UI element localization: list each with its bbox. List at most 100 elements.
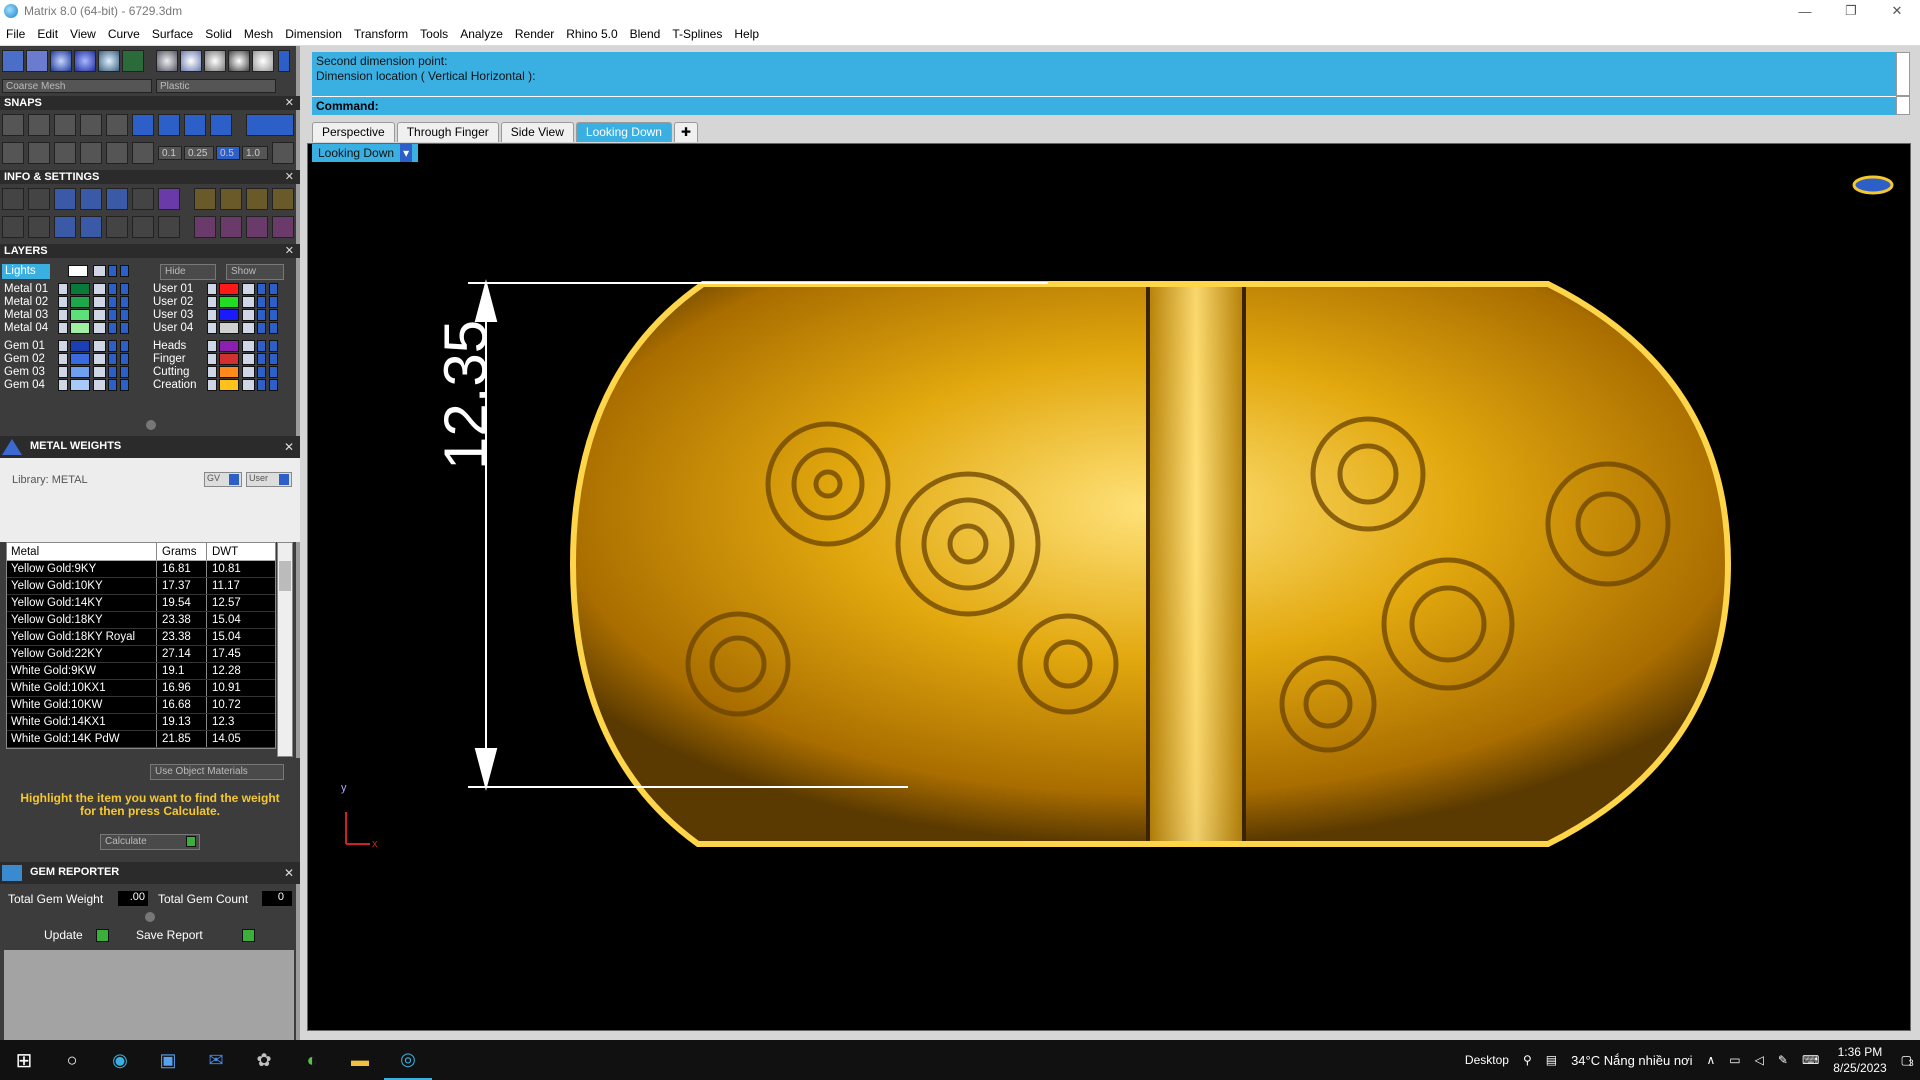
scroll-thumb[interactable] bbox=[279, 561, 291, 591]
metal-weights-scrollbar[interactable] bbox=[277, 542, 293, 757]
menu-help[interactable]: Help bbox=[728, 27, 765, 41]
layer-lock-icon[interactable] bbox=[93, 340, 106, 352]
viewport[interactable]: 12.35 y x bbox=[307, 143, 1911, 1031]
table-row[interactable]: White Gold:10KX1 16.96 10.91 bbox=[7, 680, 275, 697]
layer-visible-icon[interactable] bbox=[108, 283, 117, 295]
mail-icon[interactable]: ✉ bbox=[192, 1040, 240, 1080]
layer-arrow-icon[interactable] bbox=[207, 379, 217, 391]
info-cube-icon[interactable] bbox=[80, 188, 102, 210]
ring-model[interactable] bbox=[569, 281, 1732, 847]
layer-visible-icon[interactable] bbox=[108, 379, 117, 391]
layer-arrow-icon[interactable] bbox=[58, 353, 68, 365]
layer-lock-icon[interactable] bbox=[242, 283, 255, 295]
snap-ortho-icon[interactable] bbox=[132, 142, 154, 164]
layer-visible-icon[interactable] bbox=[108, 340, 117, 352]
layer-color-swatch[interactable] bbox=[70, 353, 90, 365]
snap-grid3-icon[interactable] bbox=[272, 142, 294, 164]
layer-visible-icon[interactable] bbox=[108, 322, 117, 334]
layer-color-swatch[interactable] bbox=[70, 283, 90, 295]
lights-lock-icon[interactable] bbox=[93, 265, 106, 277]
table-row[interactable]: Yellow Gold:10KY 17.37 11.17 bbox=[7, 578, 275, 595]
info-pencil-icon[interactable] bbox=[132, 188, 154, 210]
layer-arrow-icon[interactable] bbox=[58, 322, 68, 334]
layer-edit-icon[interactable] bbox=[120, 340, 129, 352]
layer-visible-icon[interactable] bbox=[108, 309, 117, 321]
tab-side-view[interactable]: Side View bbox=[500, 122, 574, 142]
update-go-icon[interactable] bbox=[96, 929, 109, 942]
layer-color-swatch[interactable] bbox=[219, 322, 239, 334]
snap-point-icon[interactable] bbox=[80, 114, 102, 136]
snap-toggle-icon[interactable] bbox=[246, 114, 294, 136]
menu-file[interactable]: File bbox=[0, 27, 31, 41]
info-tool6-icon[interactable] bbox=[220, 216, 242, 238]
layer-arrow-icon[interactable] bbox=[207, 309, 217, 321]
layer-visible-icon[interactable] bbox=[257, 340, 266, 352]
people-icon[interactable]: ⚲ bbox=[1523, 1053, 1532, 1067]
info-filter-icon[interactable] bbox=[106, 216, 128, 238]
layer-arrow-icon[interactable] bbox=[207, 340, 217, 352]
view-cube-icon[interactable] bbox=[1852, 175, 1894, 195]
layer-arrow-icon[interactable] bbox=[58, 296, 68, 308]
metal-weights-close-icon[interactable]: ✕ bbox=[284, 440, 294, 454]
edge-icon[interactable]: ◉ bbox=[96, 1040, 144, 1080]
info-close-icon[interactable]: ✕ bbox=[285, 170, 294, 184]
add-tab-icon[interactable]: ✚ bbox=[673, 122, 699, 142]
snaps-close-icon[interactable]: ✕ bbox=[285, 96, 294, 110]
snap-cross-icon[interactable] bbox=[54, 114, 76, 136]
layer-edit-icon[interactable] bbox=[120, 283, 129, 295]
layer-edit-icon[interactable] bbox=[269, 366, 278, 378]
active-app-icon[interactable]: ◎ bbox=[384, 1040, 432, 1080]
snap-grid-icon[interactable] bbox=[2, 114, 24, 136]
matrix-app-icon[interactable]: ✿ bbox=[240, 1040, 288, 1080]
ghosted-sphere-icon[interactable] bbox=[98, 50, 120, 72]
desktop-toolbar[interactable]: Desktop bbox=[1465, 1053, 1509, 1067]
maximize-button[interactable]: ❐ bbox=[1828, 0, 1874, 22]
layer-visible-icon[interactable] bbox=[257, 296, 266, 308]
layer-arrow-icon[interactable] bbox=[58, 283, 68, 295]
viewport-view-dropdown[interactable]: Looking Down ▾ bbox=[312, 144, 419, 162]
tab-looking-down[interactable]: Looking Down bbox=[575, 122, 672, 142]
menu-transform[interactable]: Transform bbox=[348, 27, 414, 41]
calculate-go-icon[interactable] bbox=[186, 836, 196, 847]
material-sphere-4-icon[interactable] bbox=[228, 50, 250, 72]
layer-lock-icon[interactable] bbox=[242, 379, 255, 391]
snap-perp-icon[interactable] bbox=[80, 142, 102, 164]
snap-end-icon[interactable] bbox=[106, 114, 128, 136]
layer-edit-icon[interactable] bbox=[120, 353, 129, 365]
table-row[interactable]: Yellow Gold:22KY 27.14 17.45 bbox=[7, 646, 275, 663]
lights-swatch[interactable] bbox=[68, 265, 88, 277]
table-row[interactable]: White Gold:14K PdW 21.85 14.05 bbox=[7, 731, 275, 748]
layer-edit-icon[interactable] bbox=[120, 322, 129, 334]
material-sphere-2-icon[interactable] bbox=[180, 50, 202, 72]
lights-layer[interactable]: Lights bbox=[2, 264, 50, 279]
close-button[interactable]: ✕ bbox=[1874, 0, 1920, 22]
lights-edit-icon[interactable] bbox=[120, 265, 129, 277]
layer-arrow-icon[interactable] bbox=[58, 366, 68, 378]
mesh-quality-select[interactable]: Coarse Mesh bbox=[2, 79, 152, 93]
layer-name[interactable]: Metal 04 bbox=[4, 321, 56, 336]
menu-dimension[interactable]: Dimension bbox=[279, 27, 348, 41]
layer-color-swatch[interactable] bbox=[219, 353, 239, 365]
info-rect-icon[interactable] bbox=[28, 216, 50, 238]
menu-blend[interactable]: Blend bbox=[624, 27, 667, 41]
gem-reporter-close-icon[interactable]: ✕ bbox=[284, 866, 294, 880]
col-dwt[interactable]: DWT bbox=[207, 543, 259, 560]
info-box2-icon[interactable] bbox=[54, 216, 76, 238]
layer-visible-icon[interactable] bbox=[257, 322, 266, 334]
layer-lock-icon[interactable] bbox=[242, 353, 255, 365]
layer-visible-icon[interactable] bbox=[257, 379, 266, 391]
snap-plane-icon[interactable] bbox=[106, 142, 128, 164]
green-app-icon[interactable]: ◐ bbox=[288, 1040, 336, 1080]
gem-collapse-icon[interactable] bbox=[145, 912, 155, 922]
show-button[interactable]: Show bbox=[226, 264, 284, 280]
command-scrollbar[interactable] bbox=[1896, 52, 1910, 96]
menu-mesh[interactable]: Mesh bbox=[238, 27, 279, 41]
snap-step-01[interactable]: 0.1 bbox=[158, 146, 182, 160]
layer-color-swatch[interactable] bbox=[219, 309, 239, 321]
menu-solid[interactable]: Solid bbox=[199, 27, 238, 41]
layer-edit-icon[interactable] bbox=[269, 322, 278, 334]
layer-lock-icon[interactable] bbox=[242, 309, 255, 321]
gv-button[interactable]: GV bbox=[204, 472, 242, 487]
snap-step-05[interactable]: 0.5 bbox=[216, 146, 240, 160]
info-window-icon[interactable] bbox=[158, 216, 180, 238]
